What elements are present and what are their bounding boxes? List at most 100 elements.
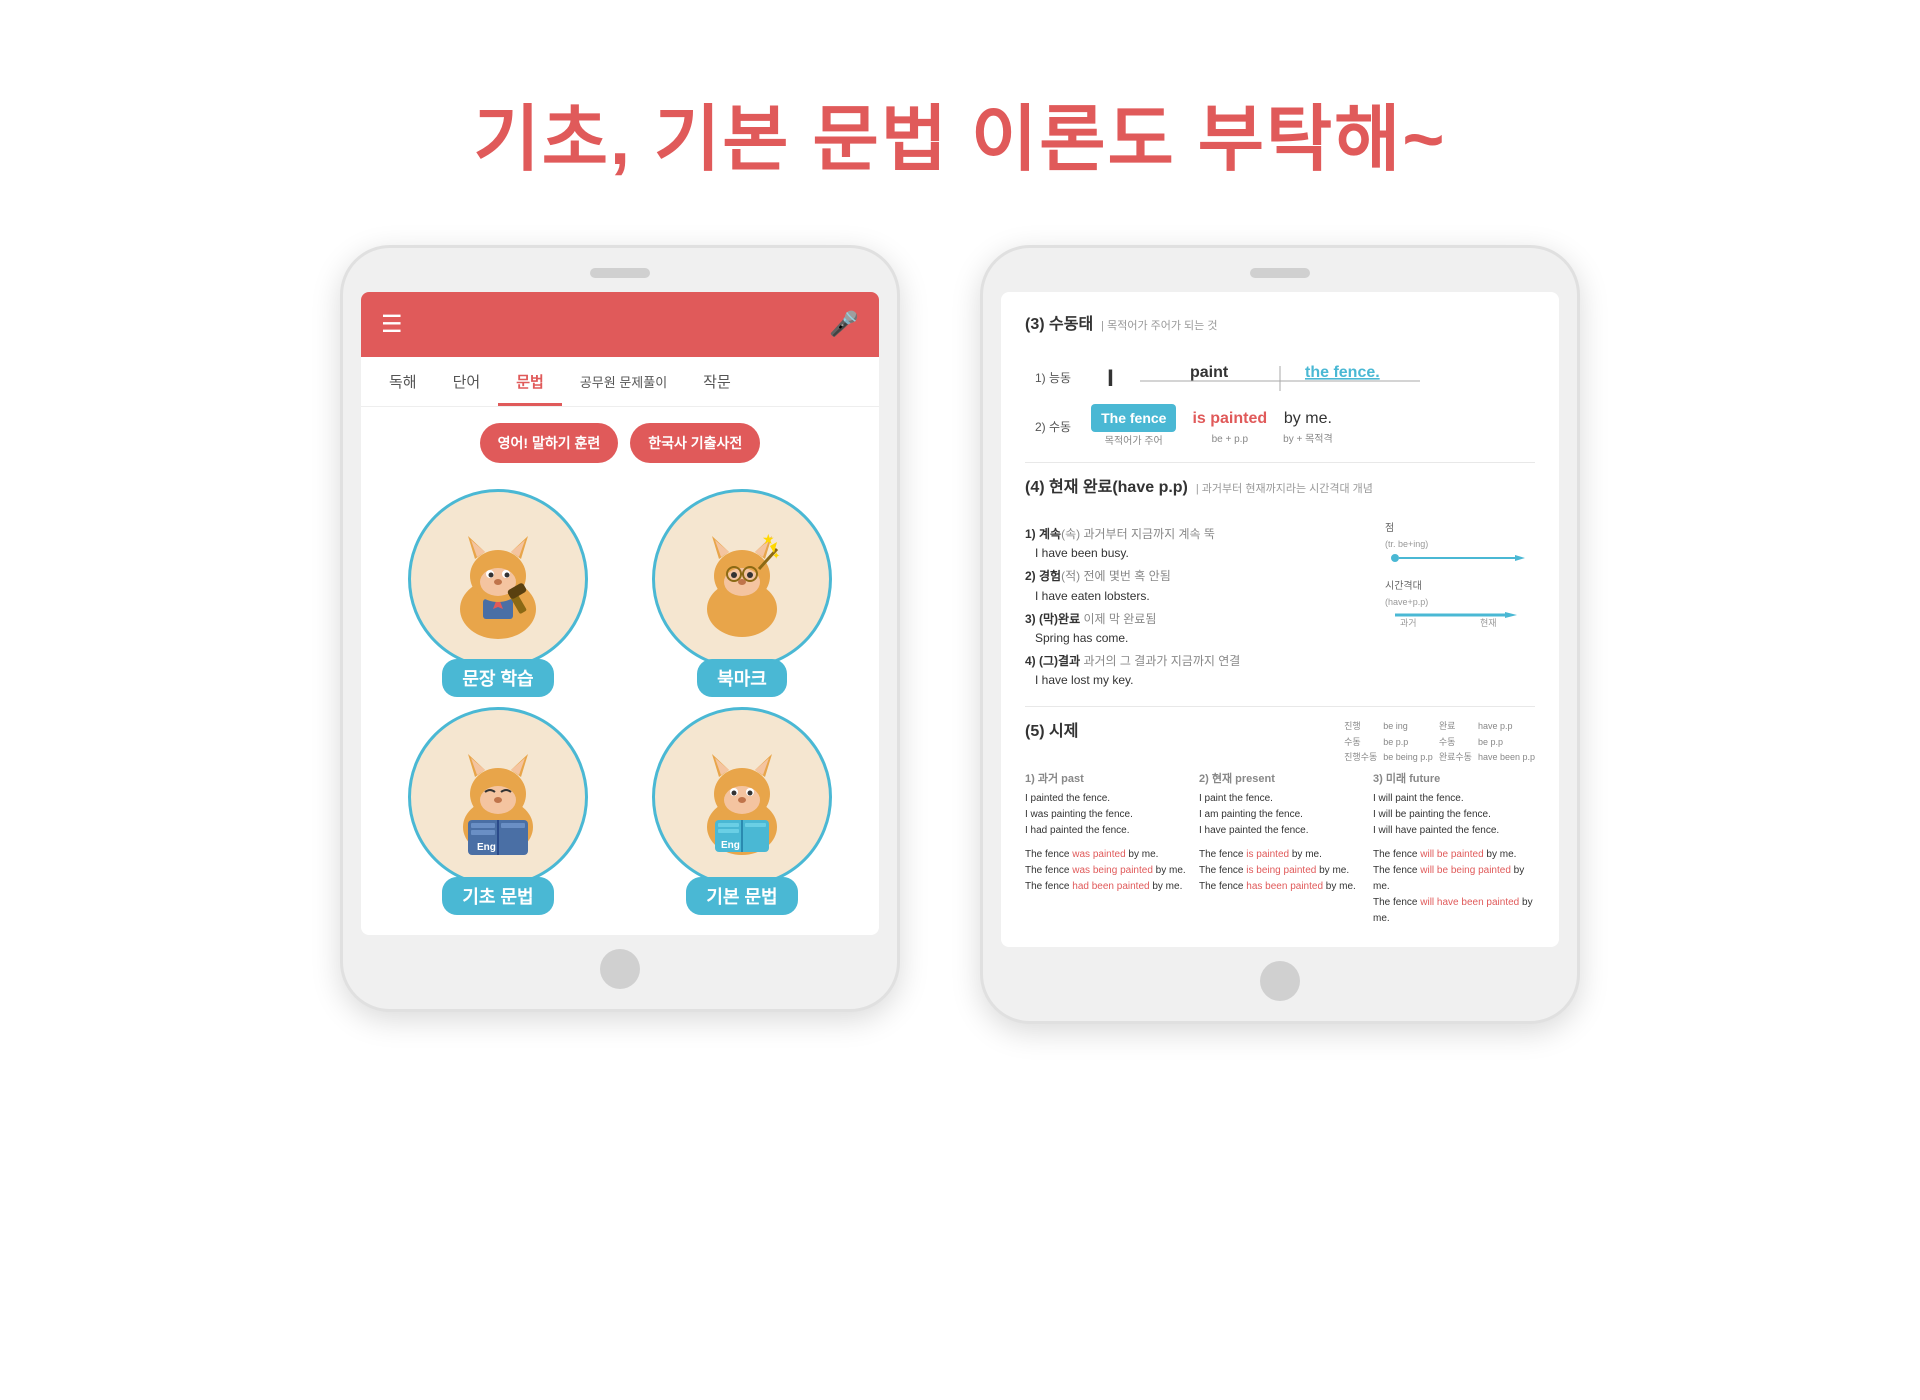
tense-mini-table: 진행 be ing 완료 have p.p 수동 be p.p 수동 be p.… [1344, 719, 1535, 764]
nav-item-grammar[interactable]: 문법 [498, 357, 562, 406]
section5-title: (5) 시제 [1025, 719, 1078, 745]
grid-item-intermediate[interactable]: Eng 기본 문법 [625, 707, 859, 915]
item2: 2) 경험(적) 전에 몇번 혹 안됨 I have eaten lobster… [1025, 567, 1365, 605]
left-nav: 독해 단어 문법 공무원 문제풀이 작문 [361, 357, 879, 407]
label-sentence: 문장 학습 [442, 659, 553, 697]
grid-item-bookmark[interactable]: ★ ✦ 북마크 [625, 489, 859, 697]
section4-title: (4) 현재 완료(have p.p) [1025, 475, 1188, 501]
conjugation-grid: 1) 과거 past I painted the fence. I was pa… [1025, 771, 1535, 928]
pres-passive2: The fence is being painted by me. [1199, 863, 1361, 879]
past-passive1: The fence was painted by me. [1025, 847, 1187, 863]
past-passive3: The fence had been painted by me. [1025, 879, 1187, 895]
present-label: 2) 현재 present [1199, 771, 1361, 789]
label-basic: 기초 문법 [442, 877, 553, 915]
item1-label: 1) 계속(속) 과거부터 지금까지 계속 뚝 [1025, 527, 1215, 541]
item2-label: 2) 경험(적) 전에 몇번 혹 안됨 [1025, 569, 1171, 583]
fence-sublabel: 목적어가 주어 [1091, 434, 1176, 450]
svg-text:paint: paint [1190, 364, 1229, 381]
avatar-basic: Eng [408, 707, 588, 887]
past-passive2: The fence was being painted by me. [1025, 863, 1187, 879]
item1: 1) 계속(속) 과거부터 지금까지 계속 뚝 I have been busy… [1025, 525, 1365, 563]
pres-passive3: The fence has been painted by me. [1199, 879, 1361, 895]
svg-text:과거: 과거 [1400, 618, 1417, 627]
pres-s3: I have painted the fence. [1199, 823, 1361, 839]
svg-text:✦: ✦ [772, 551, 780, 562]
fut-s1: I will paint the fence. [1373, 791, 1535, 807]
history-btn[interactable]: 한국사 기출사전 [630, 423, 760, 463]
row2-label: 2) 수동 [1035, 418, 1071, 437]
divider1 [1025, 462, 1535, 463]
future-label: 3) 미래 future [1373, 771, 1535, 789]
past-label: 1) 과거 past [1025, 771, 1187, 789]
nav-item-reading[interactable]: 독해 [371, 357, 435, 406]
grid-item-basic[interactable]: Eng 기초 문법 [381, 707, 615, 915]
divider2 [1025, 706, 1535, 707]
pres-passive1: The fence is painted by me. [1199, 847, 1361, 863]
item3: 3) (막)완료 이제 막 완료됨 Spring has come. [1025, 610, 1365, 648]
row1-label: 1) 능동 [1035, 369, 1071, 388]
label-intermediate: 기본 문법 [686, 877, 797, 915]
section4-list: 1) 계속(속) 과거부터 지금까지 계속 뚝 I have been busy… [1025, 521, 1365, 695]
fut-s3: I will have painted the fence. [1373, 823, 1535, 839]
right-phone: (3) 수동태 | 목적어가 주어가 되는 것 1) 능동 I paint [980, 245, 1580, 1024]
item2-example: I have eaten lobsters. [1035, 587, 1365, 606]
right-phone-screen: (3) 수동태 | 목적어가 주어가 되는 것 1) 능동 I paint [1001, 292, 1559, 947]
item4-example: I have lost my key. [1035, 671, 1365, 690]
present-col: 2) 현재 present I paint the fence. I am pa… [1199, 771, 1361, 928]
past-s2: I was painting the fence. [1025, 807, 1187, 823]
mic-icon[interactable]: 🎤 [829, 310, 859, 339]
timeline-diagrams: 점 (tr. be+ing) 시간격대 (have+p.p) [1385, 521, 1535, 695]
item3-example: Spring has come. [1035, 629, 1365, 648]
by-kakuoek: by + 목적격 [1283, 432, 1333, 448]
speaking-btn[interactable]: 영어! 말하기 훈련 [480, 423, 619, 463]
diagram-line1: paint the fence. [1130, 361, 1430, 396]
section4-subtitle: | 과거부터 현재까지라는 시간격대 개념 [1196, 481, 1373, 499]
hamburger-icon[interactable]: ☰ [381, 313, 403, 337]
nav-item-writing[interactable]: 작문 [685, 357, 749, 406]
future-col: 3) 미래 future I will paint the fence. I w… [1373, 771, 1535, 928]
fut-passive2: The fence will be being painted by me. [1373, 863, 1535, 895]
section3-title: (3) 수동태 [1025, 312, 1093, 338]
nav-item-word[interactable]: 단어 [435, 357, 499, 406]
be-pp-label: be + p.p [1192, 432, 1267, 448]
past-col: 1) 과거 past I painted the fence. I was pa… [1025, 771, 1187, 928]
pres-s2: I am painting the fence. [1199, 807, 1361, 823]
item4-label: 4) (그)결과 과거의 그 결과가 지금까지 연결 [1025, 654, 1240, 668]
fut-s2: I will be painting the fence. [1373, 807, 1535, 823]
past-s3: I had painted the fence. [1025, 823, 1187, 839]
svg-text:Eng: Eng [477, 842, 496, 853]
past-s1: I painted the fence. [1025, 791, 1187, 807]
left-header: ☰ 🎤 [361, 292, 879, 357]
fence-label: The fence [1091, 404, 1176, 432]
nav-item-exam[interactable]: 공무원 문제풀이 [562, 358, 685, 405]
by-me: by me. [1283, 406, 1333, 432]
left-buttons: 영어! 말하기 훈련 한국사 기출사전 [361, 407, 879, 479]
grammar-content: (3) 수동태 | 목적어가 주어가 되는 것 1) 능동 I paint [1001, 292, 1559, 947]
section4: (4) 현재 완료(have p.p) | 과거부터 현재까지라는 시간격대 개… [1025, 475, 1535, 694]
page-title: 기초, 기본 문법 이론도 부탁해~ [0, 0, 1920, 185]
avatar-intermediate: Eng [652, 707, 832, 887]
word-I: I [1107, 360, 1114, 398]
item3-label: 3) (막)완료 이제 막 완료됨 [1025, 612, 1156, 626]
timeline2: 시간격대 (have+p.p) 과거 현재 [1385, 579, 1535, 634]
grid-item-sentence[interactable]: 문장 학습 [381, 489, 615, 697]
avatar-sentence [408, 489, 588, 669]
section3: (3) 수동태 | 목적어가 주어가 되는 것 1) 능동 I paint [1025, 312, 1535, 450]
timeline1: 점 (tr. be+ing) [1385, 521, 1535, 571]
item4: 4) (그)결과 과거의 그 결과가 지금까지 연결 I have lost m… [1025, 652, 1365, 690]
is-painted: is painted [1192, 406, 1267, 432]
svg-text:the fence.: the fence. [1305, 364, 1380, 381]
fut-passive3: The fence will have been painted by me. [1373, 895, 1535, 927]
fut-passive1: The fence will be painted by me. [1373, 847, 1535, 863]
svg-text:현재: 현재 [1480, 618, 1497, 627]
section3-subtitle: | 목적어가 주어가 되는 것 [1101, 318, 1217, 336]
avatar-bookmark: ★ ✦ [652, 489, 832, 669]
learning-grid: 문장 학습 [361, 479, 879, 935]
item1-example: I have been busy. [1035, 544, 1365, 563]
section5: (5) 시제 진행 be ing 완료 have p.p 수동 be p.p 수… [1025, 719, 1535, 927]
label-bookmark: 북마크 [697, 659, 787, 697]
left-phone: ☰ 🎤 독해 단어 문법 공무원 문제풀이 작문 영어! 말하기 훈련 한국사 … [340, 245, 900, 1012]
left-phone-screen: ☰ 🎤 독해 단어 문법 공무원 문제풀이 작문 영어! 말하기 훈련 한국사 … [361, 292, 879, 935]
svg-text:Eng: Eng [721, 840, 740, 851]
phones-container: ☰ 🎤 독해 단어 문법 공무원 문제풀이 작문 영어! 말하기 훈련 한국사 … [0, 245, 1920, 1024]
